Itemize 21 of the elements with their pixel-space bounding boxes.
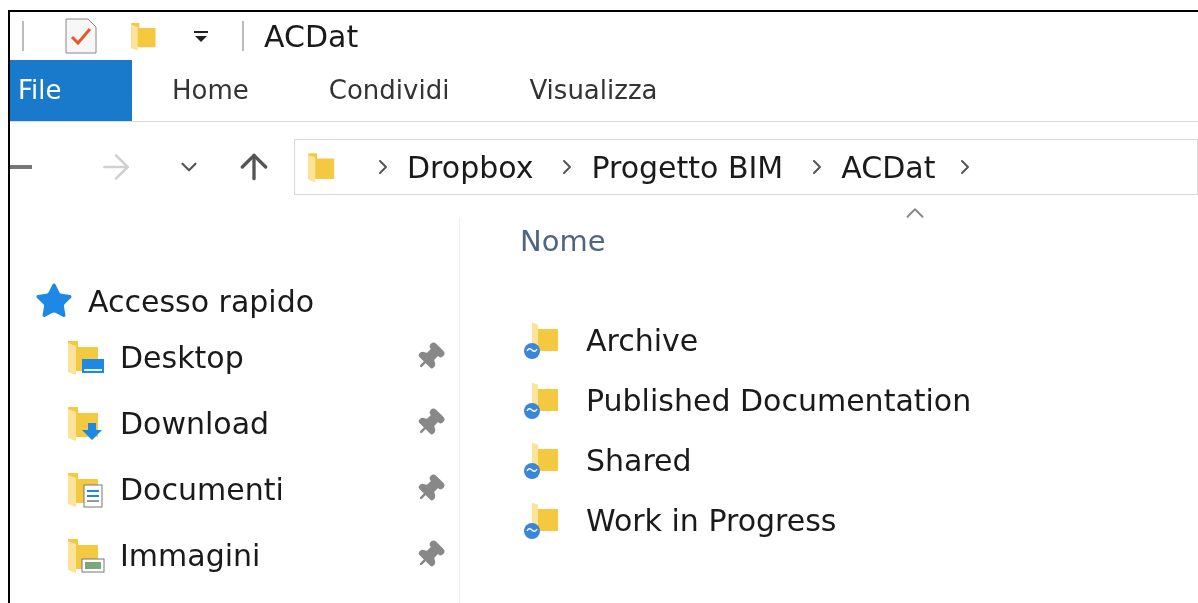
column-header[interactable]: Nome <box>520 220 606 264</box>
file-row[interactable]: Archive <box>520 310 1198 370</box>
breadcrumb-item[interactable]: Dropbox <box>407 144 534 190</box>
file-row[interactable]: Published Documentation <box>520 370 1198 430</box>
nav-item[interactable]: Documenti <box>10 456 459 522</box>
nav-item[interactable]: Download <box>10 390 459 456</box>
properties-icon[interactable] <box>64 17 98 55</box>
nav-item[interactable]: Desktop <box>10 324 459 390</box>
address-bar[interactable]: Dropbox Progetto BIM ACDat <box>294 139 1198 195</box>
quick-access-label[interactable]: Accesso rapido <box>88 278 315 324</box>
window-title: ACDat <box>264 17 359 56</box>
ribbon-tab[interactable]: Visualizza <box>489 60 698 121</box>
file-row[interactable]: Shared <box>520 430 1198 490</box>
nav-item[interactable]: Immagini <box>10 522 459 588</box>
breadcrumb-item[interactable]: ACDat <box>841 144 936 190</box>
ribbon-tab[interactable]: File <box>10 60 132 121</box>
ribbon-tab[interactable]: Home <box>132 60 289 121</box>
breadcrumb-item[interactable]: Progetto BIM <box>591 144 784 190</box>
dropdown-icon[interactable] <box>192 29 210 43</box>
ribbon-tab[interactable]: Condividi <box>288 60 490 121</box>
file-row[interactable]: Work in Progress <box>520 490 1198 550</box>
